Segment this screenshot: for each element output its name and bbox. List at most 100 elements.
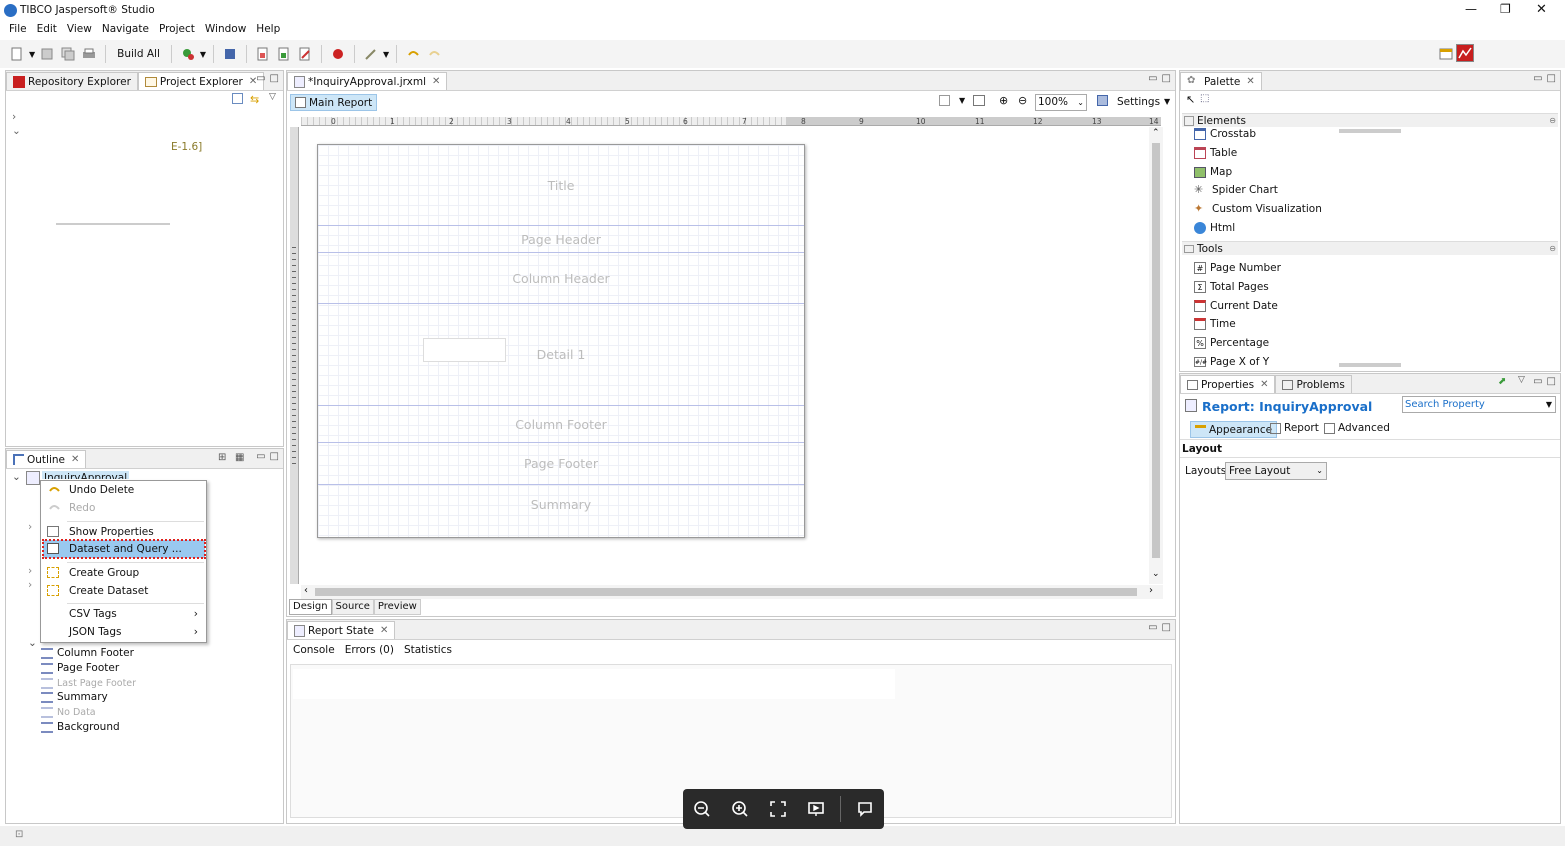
fit-icon[interactable]: [939, 95, 950, 106]
palette-spider-chart[interactable]: ✳ Spider Chart: [1194, 181, 1278, 199]
close-tab-icon[interactable]: ✕: [432, 76, 440, 87]
zoom-out-icon[interactable]: ⊖: [1018, 94, 1027, 107]
menu-undo-delete[interactable]: Undo Delete: [41, 481, 206, 499]
menu-csv-tags[interactable]: CSV Tags ›: [41, 605, 206, 623]
tab-console[interactable]: Console: [293, 644, 335, 656]
outline-root[interactable]: InquiryApproval: [42, 471, 130, 479]
tab-report[interactable]: Report: [1270, 422, 1319, 434]
tree-view-icon[interactable]: ⊞: [218, 452, 232, 466]
tree-expander[interactable]: ›: [28, 565, 32, 577]
publish-icon[interactable]: [221, 45, 239, 63]
report-page[interactable]: Title Page Header Column Header Detail 1…: [317, 144, 805, 538]
close-tab-icon[interactable]: ✕: [1246, 76, 1254, 87]
menu-json-tags[interactable]: JSON Tags ›: [41, 623, 206, 641]
run-icon[interactable]: [179, 45, 197, 63]
menu-create-group[interactable]: Create Group: [41, 564, 206, 582]
tab-inquiry-approval[interactable]: *InquiryApproval.jrxml ✕: [287, 72, 448, 90]
palette-time[interactable]: Time: [1194, 315, 1236, 333]
palette-page-x-of-y[interactable]: #/# Page X of Y: [1194, 353, 1269, 371]
maximize-icon[interactable]: □: [1547, 376, 1556, 387]
tab-statistics[interactable]: Statistics: [404, 644, 452, 656]
minimize-icon[interactable]: ▭: [1148, 73, 1157, 84]
palette-crosstab[interactable]: Crosstab: [1194, 125, 1256, 143]
view-menu-icon[interactable]: ▽: [269, 92, 276, 102]
outline-background[interactable]: Background: [41, 720, 120, 734]
palette-custom-visualization[interactable]: ✦ Custom Visualization: [1194, 200, 1322, 218]
dropdown-arrow-icon[interactable]: ▼: [383, 50, 389, 59]
palette-total-pages[interactable]: Σ Total Pages: [1194, 278, 1269, 296]
vertical-scrollbar[interactable]: ⌃ ⌄: [1149, 127, 1163, 584]
band-column-footer[interactable]: Column Footer: [318, 406, 804, 443]
report-wizard-icon[interactable]: [254, 45, 272, 63]
minimize-icon[interactable]: ▭: [1533, 376, 1542, 387]
settings-button[interactable]: Settings: [1117, 96, 1160, 108]
debug-icon[interactable]: [329, 45, 347, 63]
palette-page-number[interactable]: # Page Number: [1194, 259, 1281, 277]
dropdown-arrow-icon[interactable]: ▼: [1164, 97, 1170, 106]
menu-help[interactable]: Help: [251, 23, 285, 35]
band-page-footer[interactable]: Page Footer: [318, 443, 804, 485]
dropdown-arrow-icon[interactable]: ▼: [200, 50, 206, 59]
collapse-icon[interactable]: ⊖: [1549, 244, 1556, 253]
scroll-thumb[interactable]: [315, 588, 1137, 596]
scroll-thumb[interactable]: [1152, 143, 1160, 558]
wand-icon[interactable]: [362, 45, 380, 63]
detail-element[interactable]: [423, 338, 506, 362]
tools-header[interactable]: Tools ⊖: [1182, 241, 1558, 255]
zoom-in-button[interactable]: [726, 795, 754, 823]
search-property-input[interactable]: Search Property ▼: [1402, 396, 1556, 413]
save-icon[interactable]: [38, 45, 56, 63]
palette-percentage[interactable]: % Percentage: [1194, 334, 1269, 352]
tree-expander[interactable]: ›: [12, 111, 16, 123]
layouts-select[interactable]: Free Layout ⌄: [1225, 462, 1327, 480]
tab-preview[interactable]: Preview: [373, 599, 421, 615]
redo-icon[interactable]: [425, 45, 443, 63]
outline-last-page-footer[interactable]: Last Page Footer: [41, 676, 136, 690]
collapse-icon[interactable]: ⊖: [1549, 116, 1556, 125]
tab-project-explorer[interactable]: Project Explorer ✕: [137, 72, 265, 90]
undo-icon[interactable]: [404, 45, 422, 63]
collapse-all-icon[interactable]: [232, 93, 243, 104]
palette-html[interactable]: Html: [1194, 219, 1235, 237]
zoom-in-icon[interactable]: ⊕: [999, 94, 1008, 107]
menu-project[interactable]: Project: [154, 23, 200, 35]
palette-table[interactable]: Table: [1194, 144, 1237, 162]
tree-expander[interactable]: ⌄: [12, 125, 21, 137]
layout-icon[interactable]: [973, 95, 985, 106]
maximize-icon[interactable]: □: [270, 451, 279, 462]
menu-show-properties[interactable]: Show Properties: [41, 523, 206, 541]
scroll-down-icon[interactable]: ⌄: [1152, 569, 1160, 579]
tab-appearance[interactable]: Appearance: [1190, 421, 1278, 438]
new-icon[interactable]: [8, 45, 26, 63]
close-button[interactable]: ✕: [1536, 2, 1547, 17]
band-detail[interactable]: Detail 1: [318, 304, 804, 406]
marquee-tool-icon[interactable]: ⬚: [1200, 93, 1209, 104]
presentation-button[interactable]: [802, 795, 830, 823]
minimize-icon[interactable]: ▭: [1148, 622, 1157, 633]
minimize-icon[interactable]: ▭: [256, 73, 265, 84]
outline-column-footer[interactable]: Column Footer: [41, 646, 134, 660]
menu-file[interactable]: File: [4, 23, 32, 35]
band-title[interactable]: Title: [318, 145, 804, 226]
select-tool-icon[interactable]: ↖: [1186, 93, 1195, 106]
band-summary[interactable]: Summary: [318, 485, 804, 523]
tree-expander[interactable]: ›: [28, 521, 32, 533]
close-tab-icon[interactable]: ✕: [1260, 379, 1268, 390]
menu-window[interactable]: Window: [200, 23, 251, 35]
filter-icon[interactable]: ▦: [235, 452, 249, 466]
comment-button[interactable]: [851, 795, 879, 823]
maximize-icon[interactable]: □: [1547, 73, 1556, 84]
tab-source[interactable]: Source: [331, 599, 374, 615]
menu-edit[interactable]: Edit: [32, 23, 62, 35]
edit-report-icon[interactable]: [296, 45, 314, 63]
outline-summary[interactable]: Summary: [41, 690, 108, 704]
tab-report-state[interactable]: Report State ✕: [287, 621, 396, 639]
tab-advanced[interactable]: Advanced: [1324, 422, 1390, 434]
minimize-button[interactable]: —: [1465, 2, 1477, 16]
tab-design[interactable]: Design: [289, 599, 332, 615]
tab-repository-explorer[interactable]: Repository Explorer: [6, 72, 138, 90]
minimize-icon[interactable]: ▭: [256, 451, 265, 462]
maximize-icon[interactable]: □: [270, 73, 279, 84]
scroll-up-icon[interactable]: ⌃: [1152, 128, 1160, 138]
dropdown-arrow-icon[interactable]: ▼: [29, 50, 35, 59]
